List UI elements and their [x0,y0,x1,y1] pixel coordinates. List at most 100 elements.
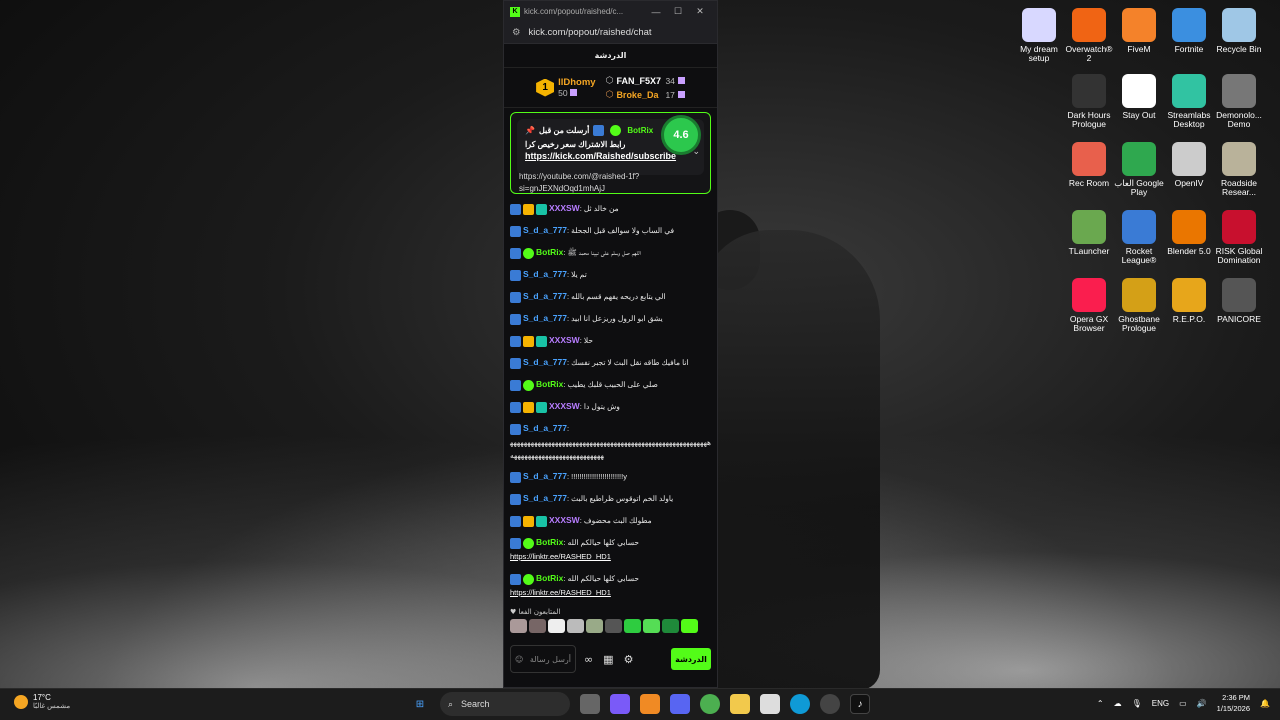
chat-username[interactable]: BotRix [536,573,563,583]
chat-link[interactable]: https://linktr.ee/RASHED_HD1 [510,550,711,564]
chat-username[interactable]: S_d_a_777 [523,291,567,301]
desktop-icon[interactable]: Recycle Bin [1213,8,1265,54]
desktop-icon[interactable]: Overwatch® 2 [1063,8,1115,64]
chat-message[interactable]: BotRix: صلي على الحبيب قلبك يطيب [510,377,711,392]
copilot-icon[interactable] [610,694,630,714]
chevron-up-icon[interactable]: ⌃ [1097,699,1104,708]
chat-message-list[interactable]: XXXSW: من خالد ثل S_d_a_777: في الساب ولا… [504,108,717,608]
desktop-icon[interactable]: My dream setup [1013,8,1065,64]
chat-message[interactable]: S_d_a_777: في الساب ولا سوالف قبل الجحلة [510,223,711,238]
close-icon[interactable]: ✕ [689,6,711,17]
site-settings-icon[interactable]: ⚙ [512,27,521,38]
leaderboard-first[interactable]: 1 llDhomy 50 [536,77,596,98]
chat-message[interactable]: S_d_a_777: ههههههههههههههههههههههههههههه… [510,421,711,462]
leaderboard-third[interactable]: ⬡ Broke_Da 17 [606,89,685,100]
maximize-icon[interactable]: ☐ [667,6,689,17]
chat-message[interactable]: BotRix: اللهم صل وسلم على نبينا محمد ﷺ [510,245,711,260]
clock[interactable]: 2:36 PM 1/15/2026 [1217,692,1250,714]
desktop-icon[interactable]: R.E.P.O. [1163,278,1215,324]
chat-username[interactable]: BotRix [536,379,563,389]
chat-message[interactable]: S_d_a_777: تم يلا [510,267,711,282]
chevron-down-icon[interactable]: ⌄ [692,147,700,157]
mic-icon[interactable]: 🎙 [1132,699,1142,708]
chat-username[interactable]: XXXSW [549,203,580,213]
emote[interactable] [510,619,527,633]
app-icon[interactable] [640,694,660,714]
task-view-icon[interactable] [580,694,600,714]
infinity-icon[interactable]: ∞ [584,653,593,666]
chat-username[interactable]: S_d_a_777 [523,423,567,433]
emote[interactable] [567,619,584,633]
taskbar-search[interactable]: ⌕ Search [440,692,570,716]
volume-icon[interactable]: 🔊 [1197,699,1207,708]
chrome-icon[interactable] [700,694,720,714]
desktop-icon[interactable]: FiveM [1113,8,1165,54]
chat-username[interactable]: BotRix [536,537,563,547]
chat-message[interactable]: XXXSW: حلا [510,333,711,348]
desktop-icon[interactable]: Rocket League® [1113,210,1165,266]
chat-username[interactable]: S_d_a_777 [523,225,567,235]
emote[interactable] [662,619,679,633]
pinned-message[interactable]: 📌 أرسلت من قبل BotRix رابط الاشتراك سعر … [510,112,711,194]
desktop-icon[interactable]: Opera GX Browser [1063,278,1115,334]
emote[interactable] [643,619,660,633]
emote[interactable] [586,619,603,633]
language-indicator[interactable]: ENG [1152,699,1169,708]
chat-username[interactable]: XXXSW [549,335,580,345]
network-icon[interactable]: ▭ [1179,699,1187,708]
pinned-under-line2[interactable]: si=gnJEXNdOqd1mhAjJ [519,183,639,195]
emote[interactable] [529,619,546,633]
desktop-icon[interactable]: Dark Hours Prologue [1063,74,1115,130]
edge-icon[interactable] [790,694,810,714]
chat-message[interactable]: S_d_a_777: الي يتابع دريحه يفهم قسم بالل… [510,289,711,304]
chat-username[interactable]: BotRix [536,247,563,257]
desktop-icon[interactable]: Blender 5.0 [1163,210,1215,256]
chat-message[interactable]: XXXSW: وش يتول دا [510,399,711,414]
folder-icon[interactable] [730,694,750,714]
windows-start-icon[interactable]: ⊞ [410,694,430,714]
desktop-icon[interactable]: Stay Out [1113,74,1165,120]
emote[interactable] [605,619,622,633]
chat-message[interactable]: S_d_a_777: انا مافيك طاقه نقل البث لا تج… [510,355,711,370]
desktop-icon[interactable]: Demonolo... Demo [1213,74,1265,130]
chat-message[interactable]: S_d_a_777: يشق ابو الرول وريزعل انا ابيد [510,311,711,326]
chat-username[interactable]: S_d_a_777 [523,313,567,323]
emoji-icon[interactable]: ☺ [515,655,523,664]
chat-username[interactable]: S_d_a_777 [523,269,567,279]
desktop-icon[interactable]: Ghostbane Prologue [1113,278,1165,334]
chat-username[interactable]: XXXSW [549,515,580,525]
desktop-icon[interactable]: Rec Room [1063,142,1115,188]
store-icon[interactable] [760,694,780,714]
emote[interactable] [548,619,565,633]
emote[interactable] [624,619,641,633]
chat-username[interactable]: S_d_a_777 [523,471,567,481]
chat-message[interactable]: XXXSW: من خالد ثل [510,201,711,216]
chat-message[interactable]: BotRix: حسابي كلها حيالكم الله https://li… [510,535,711,564]
notification-icon[interactable]: 🔔 [1260,699,1270,708]
chat-message[interactable]: BotRix: حسابي كلها حيالكم الله https://li… [510,571,711,600]
store-icon[interactable]: ▦ [603,653,613,666]
minimize-icon[interactable]: — [645,7,667,17]
desktop-icon[interactable]: Roadside Resear... [1213,142,1265,198]
chat-username[interactable]: S_d_a_777 [523,493,567,503]
chat-message[interactable]: S_d_a_777: !!!!!!!!!!!!!!!!!!!!!!!!!y [510,469,711,484]
desktop-icon[interactable]: TLauncher [1063,210,1115,256]
discord-icon[interactable] [670,694,690,714]
desktop-icon[interactable]: RISK Global Domination [1213,210,1265,266]
github-icon[interactable] [820,694,840,714]
url-bar[interactable]: ⚙ kick.com/popout/raished/chat [504,22,717,44]
emote[interactable] [681,619,698,633]
pinned-under-line1[interactable]: https://youtube.com/@raished-1f? [519,171,639,183]
desktop-icon[interactable]: العاب Google Play [1113,142,1165,198]
chat-message[interactable]: S_d_a_777: ياولد الخم اتوقوس ظراطيع بالب… [510,491,711,506]
cloud-icon[interactable]: ☁ [1114,699,1122,708]
chat-link[interactable]: https://linktr.ee/RASHED_HD1 [510,586,711,600]
tiktok-icon[interactable]: ♪ [850,694,870,714]
desktop-icon[interactable]: PANICORE [1213,278,1265,324]
desktop-icon[interactable]: OpenIV [1163,142,1215,188]
desktop-icon[interactable]: Fortnite [1163,8,1215,54]
gear-icon[interactable]: ⚙ [624,653,634,666]
leaderboard-second[interactable]: ⬡ FAN_F5X7 34 [606,75,685,86]
chat-message[interactable]: XXXSW: مطولك البث محضوف [510,513,711,528]
weather-widget[interactable]: 17°C مشمس غالبًا [14,693,70,710]
